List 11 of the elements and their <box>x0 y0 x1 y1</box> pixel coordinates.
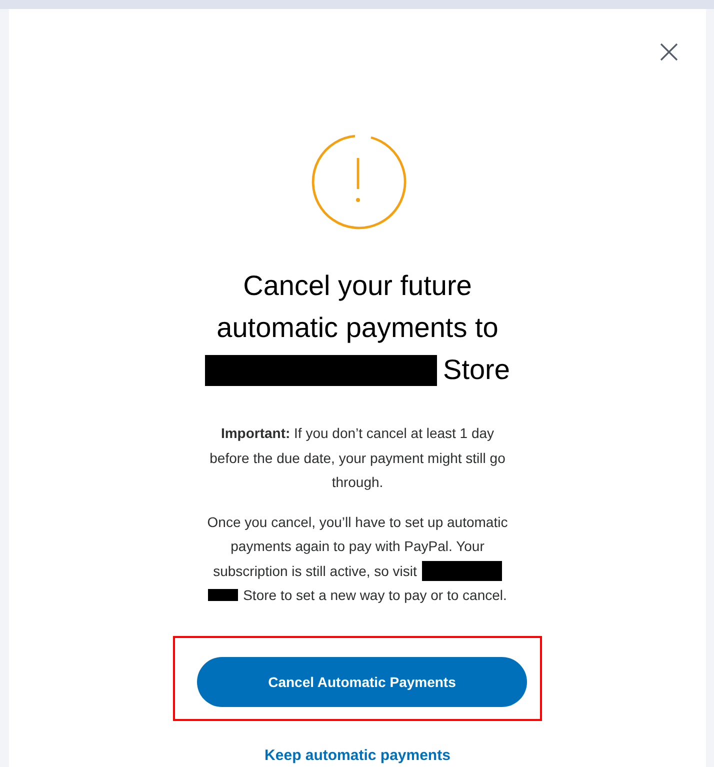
cancel-payments-button[interactable]: Cancel Automatic Payments <box>197 656 527 706</box>
info-text: Store to set a new way to pay or to cancel. <box>243 586 507 605</box>
dialog-title: automatic payments to <box>216 311 498 345</box>
info-text: payments again to pay with PayPal. Your <box>230 537 484 556</box>
keep-payments-link[interactable]: Keep automatic payments <box>264 746 450 764</box>
info-text: Once you cancel, you’ll have to set up automatic <box>207 512 508 532</box>
dialog-title: Store <box>443 353 510 387</box>
dialog-title: Cancel your future <box>243 269 472 303</box>
notice-text: Important: If you don’t cancel at least 1 day before the due date, your payment might still go through. <box>208 424 506 492</box>
info-text: subscription is still active, so visit <box>213 562 417 581</box>
redaction-bar <box>208 589 238 602</box>
